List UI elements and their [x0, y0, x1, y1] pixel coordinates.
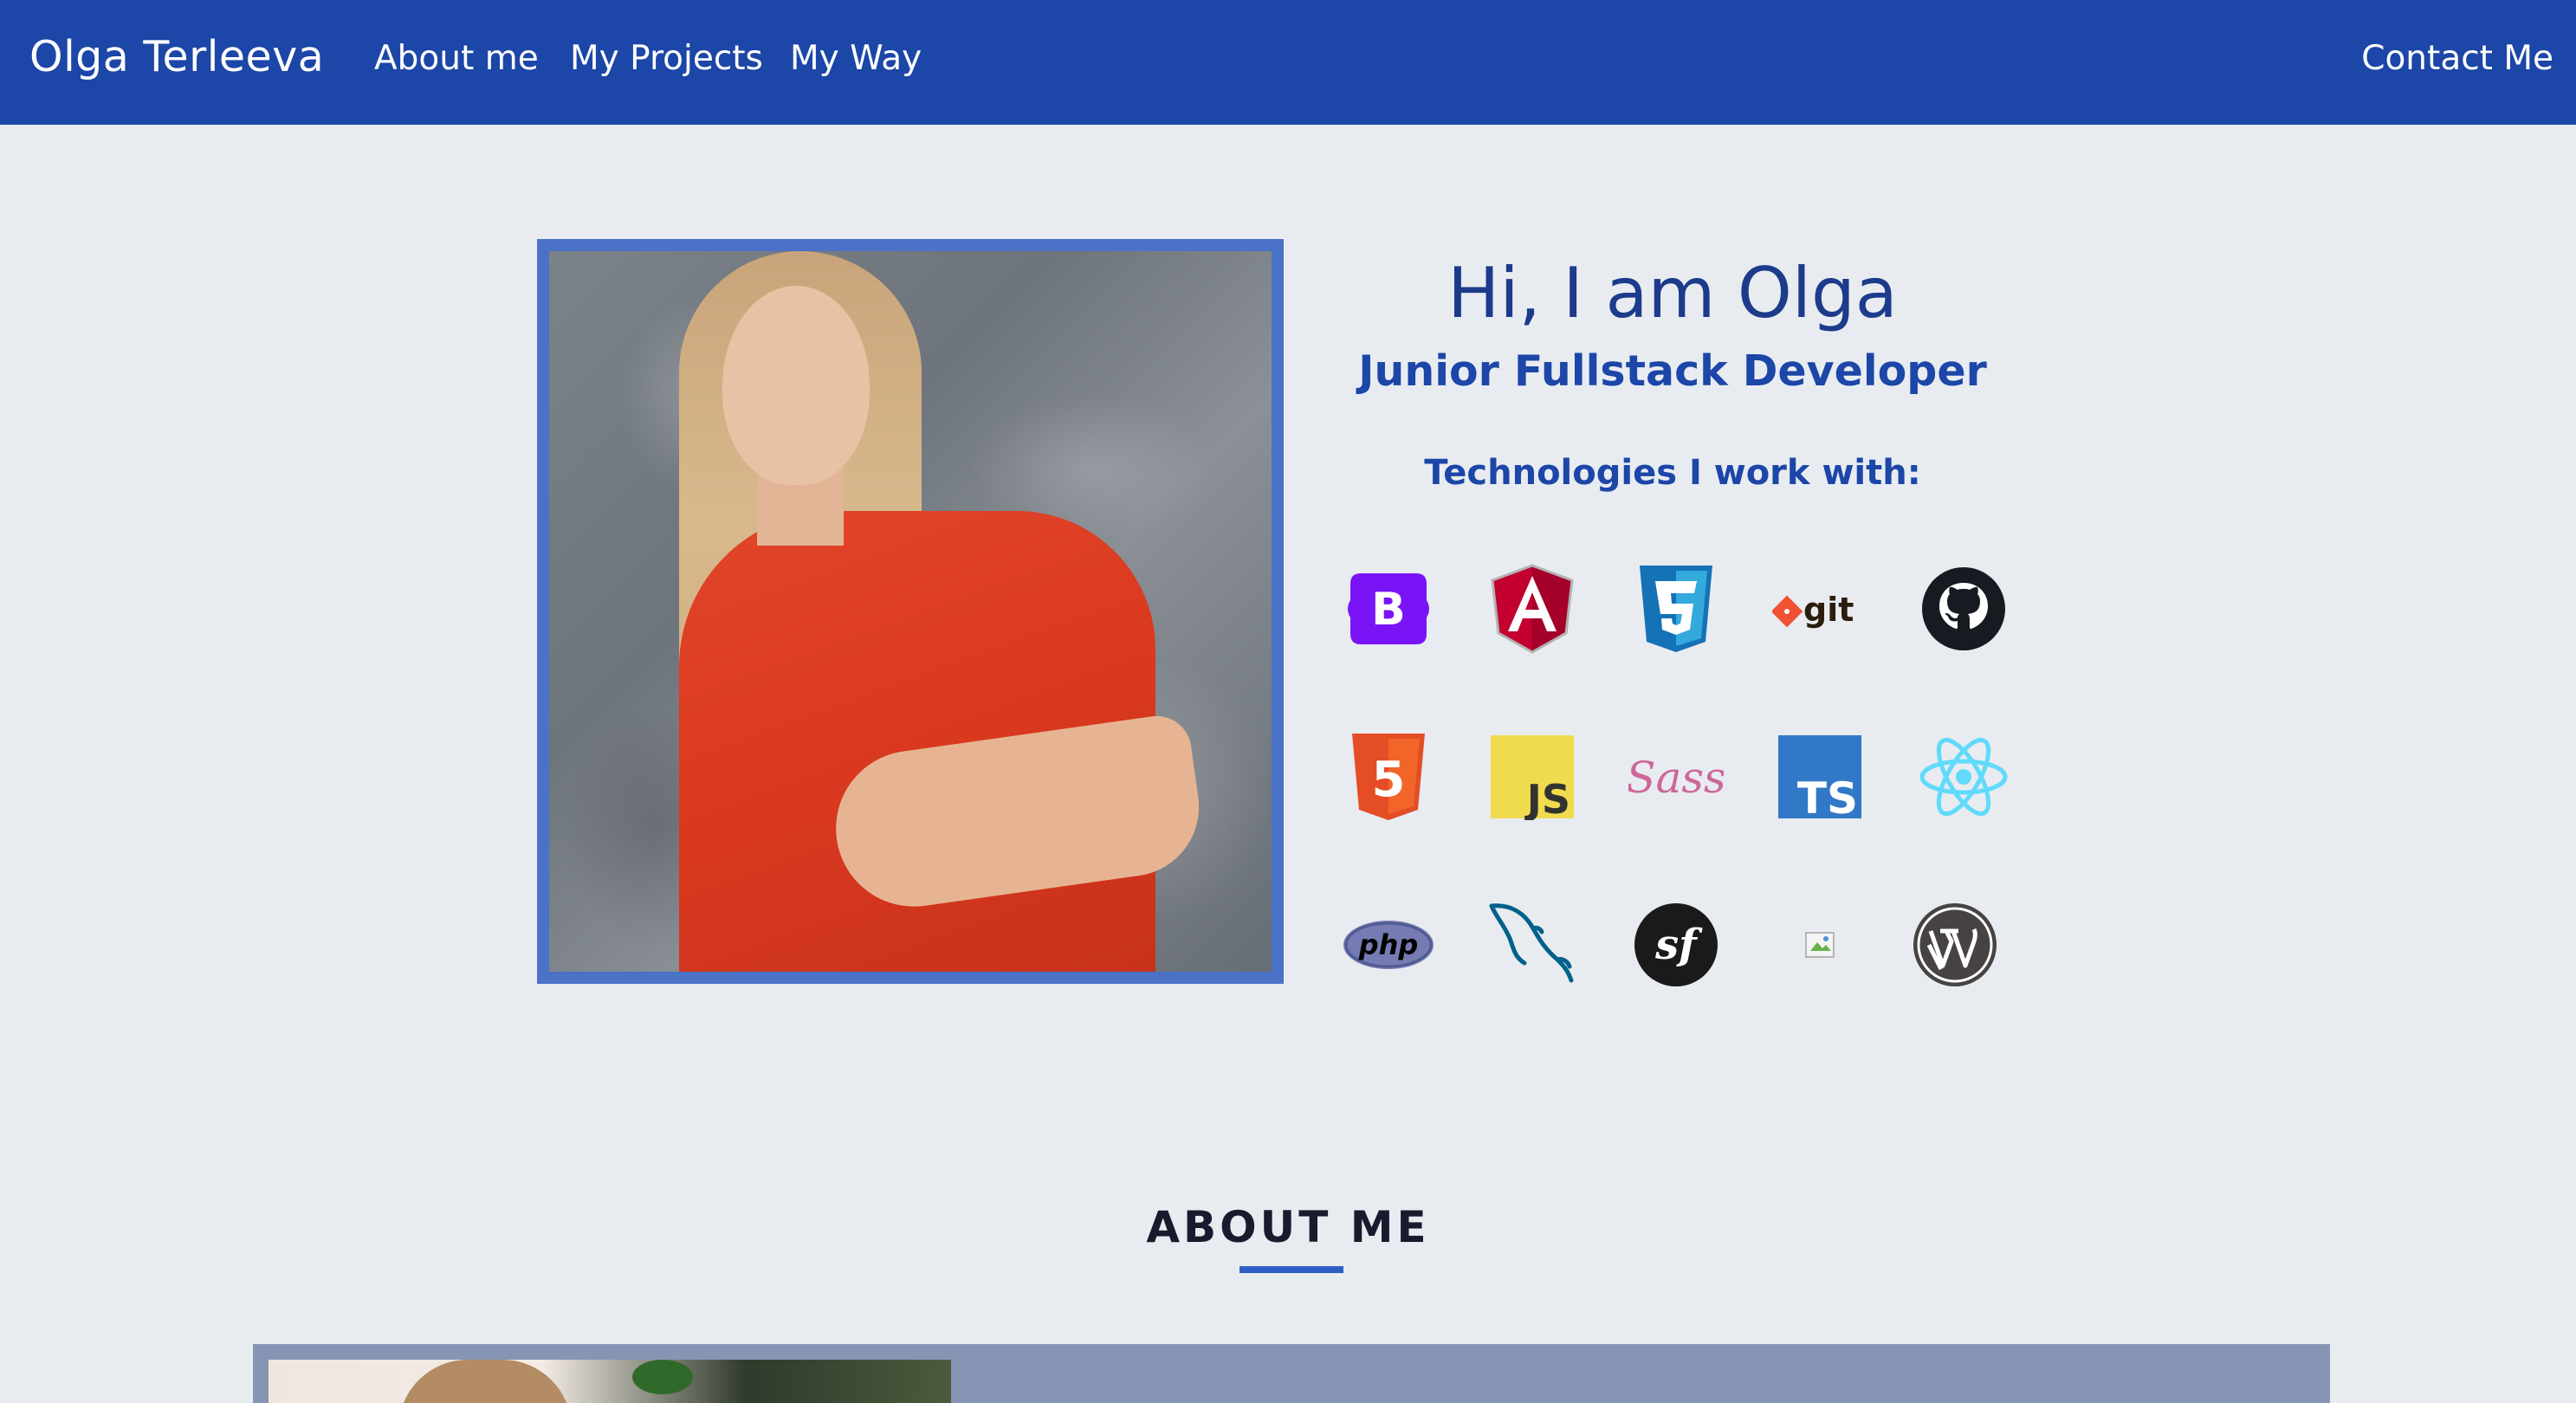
angular-icon [1485, 561, 1580, 656]
nav-link-my-way[interactable]: My Way [790, 35, 922, 83]
typescript-icon: TS [1772, 729, 1867, 824]
svg-text:git: git [1803, 591, 1854, 629]
git-icon: git [1772, 561, 1867, 656]
bootstrap-icon: B [1341, 561, 1436, 656]
github-icon [1916, 561, 2011, 656]
mysql-icon [1485, 897, 1580, 992]
about-title-underline [1239, 1266, 1343, 1273]
svg-text:php: php [1358, 928, 1419, 961]
about-section-title: ABOUT ME [1146, 1202, 1430, 1252]
profile-photo [549, 251, 1272, 972]
sass-icon: Sass [1628, 729, 1724, 824]
navbar: Olga Terleeva About me My Projects My Wa… [0, 0, 2576, 125]
symfony-icon: sf [1628, 897, 1724, 992]
hero-title: Hi, I am Olga [1447, 253, 1898, 333]
nav-link-about-me[interactable]: About me [374, 35, 539, 83]
profile-photo-frame [537, 239, 1284, 984]
wordpress-icon [1907, 897, 2003, 992]
technologies-heading: Technologies I work with: [1424, 453, 1921, 493]
javascript-icon: JS [1485, 729, 1580, 824]
svg-text:Sass: Sass [1628, 753, 1724, 803]
svg-text:sf: sf [1654, 921, 1703, 969]
svg-text:B: B [1371, 584, 1406, 636]
php-icon: php [1341, 897, 1436, 992]
svg-text:TS: TS [1797, 773, 1858, 820]
css3-icon [1628, 561, 1724, 656]
about-card [253, 1344, 2330, 1403]
nav-link-contact-me[interactable]: Contact Me [2361, 35, 2553, 83]
technologies-grid: B git 5 JS Sass TS php sf [1325, 554, 2018, 1005]
broken-image-icon [1772, 897, 1867, 992]
svg-text:JS: JS [1524, 776, 1570, 820]
nav-link-my-projects[interactable]: My Projects [570, 35, 763, 83]
react-icon [1916, 729, 2011, 824]
html5-icon: 5 [1341, 729, 1436, 824]
brand-link[interactable]: Olga Terleeva [29, 29, 324, 85]
svg-text:5: 5 [1372, 752, 1406, 808]
hero-subtitle: Junior Fullstack Developer [1358, 346, 1987, 396]
about-photo [269, 1360, 951, 1403]
